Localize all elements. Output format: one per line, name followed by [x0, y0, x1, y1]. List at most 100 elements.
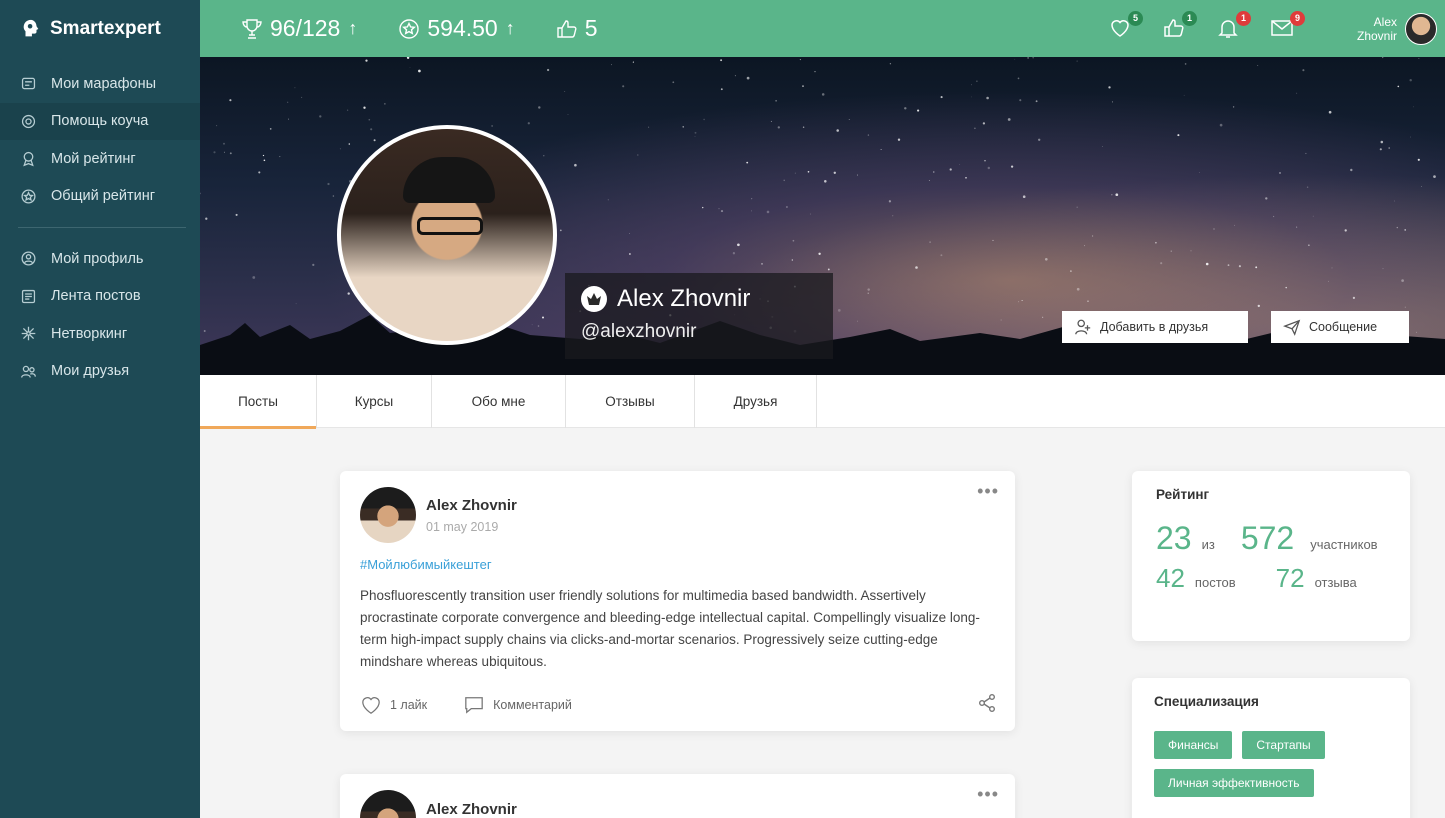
sidebar-item-my-rating[interactable]: Мой рейтинг — [0, 140, 200, 178]
star-dot — [1265, 197, 1268, 200]
star-dot — [720, 88, 723, 91]
star-dot — [751, 198, 753, 200]
sidebar-item-my-profile[interactable]: Мой профиль — [0, 240, 200, 278]
star-dot — [1177, 134, 1180, 137]
sidebar-item-coach-help[interactable]: Помощь коуча — [0, 102, 200, 140]
star-dot — [269, 128, 272, 130]
post-more-button[interactable]: ••• — [977, 481, 999, 502]
star-dot — [332, 195, 335, 197]
star-dot — [629, 233, 630, 234]
post-author[interactable]: Alex Zhovnir — [426, 801, 517, 818]
sidebar-item-overall-rating[interactable]: Общий рейтинг — [0, 178, 200, 216]
star-dot — [279, 156, 281, 158]
sidebar-item-label: Лента постов — [51, 288, 141, 305]
star-dot — [848, 119, 850, 121]
star-dot — [1410, 136, 1412, 138]
post-card: Alex Zhovnir 01 may 2019 ••• #Мойлюбимый… — [340, 471, 1015, 731]
star-dot — [1102, 146, 1103, 147]
star-dot — [1111, 101, 1113, 103]
star-dot — [1396, 226, 1398, 229]
user-menu[interactable]: Alex Zhovnir — [1356, 12, 1437, 45]
star-dot — [409, 67, 411, 68]
star-dot — [799, 59, 801, 61]
post-hashtag[interactable]: #Мойлюбимыйкештег — [360, 557, 492, 572]
comment-button[interactable]: Комментарий — [463, 695, 572, 715]
stat-trophies[interactable]: 96/128 ↑ — [240, 15, 357, 42]
like-button[interactable]: 1 лайк — [360, 695, 427, 715]
star-dot — [940, 96, 943, 99]
posts-label: постов — [1194, 575, 1236, 590]
star-dot — [1421, 186, 1422, 187]
star-dot — [766, 210, 770, 214]
star-dot — [1227, 264, 1230, 266]
star-dot — [1238, 265, 1241, 268]
message-label: Сообщение — [1309, 320, 1378, 334]
sidebar-divider — [18, 227, 186, 228]
brand-logo[interactable]: Smartexpert — [0, 0, 200, 57]
star-dot — [312, 263, 315, 267]
star-dot — [1397, 85, 1400, 88]
tag-personal-effectiveness[interactable]: Личная эффективность — [1154, 769, 1314, 797]
comment-icon — [465, 696, 483, 714]
tab-friends[interactable]: Друзья — [695, 375, 817, 428]
stat-coins[interactable]: 594.50 ↑ — [397, 15, 515, 42]
arrow-up-icon: ↑ — [348, 18, 358, 38]
specialization-widget: Специализация Финансы Стартапы Личная эф… — [1132, 678, 1410, 818]
tab-posts[interactable]: Посты — [200, 375, 317, 429]
tag-finance[interactable]: Финансы — [1154, 731, 1233, 759]
tag-startups[interactable]: Стартапы — [1242, 731, 1325, 759]
star-dot — [737, 243, 740, 247]
star-dot — [365, 59, 368, 62]
favorites-button[interactable]: 5 — [1107, 10, 1143, 42]
star-dot — [746, 76, 750, 80]
message-button[interactable]: Сообщение — [1271, 311, 1409, 343]
star-dot — [1418, 57, 1420, 59]
star-dot — [1213, 228, 1215, 230]
star-dot — [1302, 69, 1305, 72]
user-first-name: Alex — [1373, 14, 1397, 29]
star-dot — [949, 168, 952, 171]
star-dot — [857, 174, 858, 176]
sidebar-item-networking[interactable]: Нетворкинг — [0, 315, 200, 353]
star-dot — [373, 139, 376, 142]
avatar — [1405, 12, 1437, 45]
lifebuoy-icon — [21, 114, 36, 128]
star-dot — [287, 101, 289, 103]
share-button[interactable] — [977, 693, 997, 716]
tab-courses[interactable]: Курсы — [317, 375, 432, 428]
star-dot — [567, 114, 569, 115]
star-dot — [229, 99, 232, 102]
likes-button[interactable]: 1 — [1161, 10, 1197, 42]
add-friend-button[interactable]: Добавить в друзья — [1062, 311, 1248, 343]
user-last-name: Zhovnir — [1356, 28, 1397, 43]
star-dot — [339, 148, 341, 150]
star-dot — [734, 75, 736, 77]
post-author-avatar[interactable] — [360, 487, 416, 543]
tab-about[interactable]: Обо мне — [432, 375, 566, 428]
sidebar-item-friends[interactable]: Мои друзья — [0, 353, 200, 391]
star-dot — [1279, 172, 1281, 174]
messages-button[interactable]: 9 — [1269, 10, 1305, 42]
star-dot — [791, 259, 793, 261]
star-dot — [1035, 100, 1038, 103]
post-author-avatar[interactable] — [360, 790, 416, 818]
sidebar-item-feed[interactable]: Лента постов — [0, 278, 200, 316]
star-dot — [288, 118, 290, 120]
star-dot — [1190, 250, 1192, 252]
star-dot — [833, 171, 836, 174]
sidebar-item-marathons[interactable]: Мои марафоны — [0, 65, 200, 103]
star-dot — [216, 125, 218, 127]
profile-tabs: Посты Курсы Обо мне Отзывы Друзья — [200, 375, 1445, 429]
star-dot — [971, 84, 972, 86]
post-author[interactable]: Alex Zhovnir — [426, 497, 517, 514]
stat-likes[interactable]: 5 — [555, 15, 598, 42]
tab-reviews[interactable]: Отзывы — [566, 375, 695, 428]
star-dot — [205, 217, 208, 220]
sidebar-item-label: Мои марафоны — [51, 75, 157, 92]
profile-avatar[interactable] — [337, 125, 557, 345]
post-more-button[interactable]: ••• — [977, 784, 999, 805]
star-dot — [1409, 78, 1412, 82]
star-dot — [974, 127, 976, 130]
star-dot — [1285, 286, 1287, 289]
notifications-button[interactable]: 1 — [1215, 10, 1251, 42]
